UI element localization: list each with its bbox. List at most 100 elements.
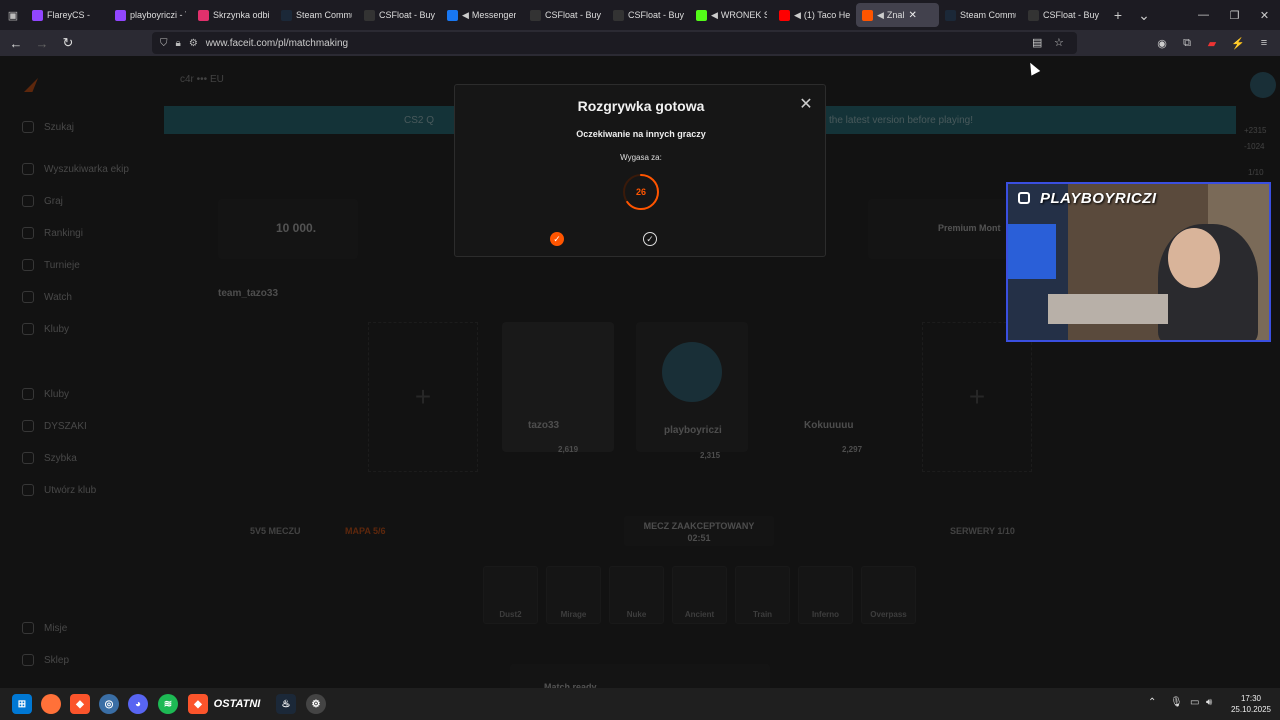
reader-view-icon[interactable]: ▤ [1032, 36, 1042, 49]
permissions-icon[interactable]: ⚙︎ [189, 38, 198, 49]
sidebar-item[interactable]: Misje [22, 622, 67, 634]
sidebar-item-label: Utwórz klub [44, 484, 97, 496]
sidebar-item[interactable]: Szybka [22, 452, 77, 464]
microphone-icon[interactable]: 🎙︎ [1170, 697, 1183, 708]
ostatni-badge[interactable]: OSTATNI [210, 694, 264, 714]
banner-left-text: CS2 Q [404, 114, 435, 126]
player-card-kokuuuuu[interactable] [786, 322, 898, 452]
browser-tab[interactable]: CSFloat - Buy & [524, 0, 607, 30]
browser-tab[interactable]: Steam Commu [939, 0, 1022, 30]
close-icon[interactable]: ✕ [798, 97, 814, 113]
extension-badge-icon[interactable]: ▰ [1200, 30, 1224, 56]
mode-tab[interactable]: 5V5 MECZU [250, 526, 301, 536]
audio-playing-icon[interactable]: ◀︎ [711, 10, 718, 21]
firefox-icon[interactable] [41, 694, 61, 714]
browser-tab[interactable]: CSFloat - Buy & [358, 0, 441, 30]
sidebar-item-icon [22, 484, 34, 496]
tab-overview-icon[interactable]: ▣ [0, 0, 26, 30]
browser-tab[interactable]: ◀︎ Messenger [441, 0, 524, 30]
audio-playing-icon[interactable]: ◀︎ [794, 10, 801, 21]
map-tile[interactable]: Dust2 [483, 566, 538, 624]
facebook-icon [447, 9, 458, 21]
tracking-shield-icon[interactable]: ⛉ [160, 38, 168, 49]
lock-icon[interactable]: 🔒︎ [176, 38, 181, 49]
brave-icon[interactable]: ◆ [188, 694, 208, 714]
player-elo: 2,619 [558, 445, 579, 454]
region-bar: c4r ••• EU [180, 74, 224, 85]
browser-tab[interactable]: CSFloat - Buy & [607, 0, 690, 30]
csfloat-icon [613, 9, 624, 21]
map-tab[interactable]: MAPA 5/6 [345, 526, 386, 536]
empty-slot-left[interactable]: + [368, 322, 478, 472]
player-card-tazo33[interactable] [502, 322, 614, 452]
minimize-button[interactable]: — [1188, 0, 1219, 30]
match-accepted-text: MECZ ZAAKCEPTOWANY [643, 521, 755, 531]
sidebar-item[interactable]: Kluby [22, 388, 69, 400]
clock[interactable]: 17:30 25.10.2025 [1226, 693, 1276, 715]
extensions-icon[interactable]: ⧉ [1175, 30, 1199, 56]
map-tile[interactable]: Train [735, 566, 790, 624]
brave-icon[interactable]: ◆ [70, 694, 90, 714]
elo-card: 10 000. [218, 199, 358, 259]
steam-icon[interactable]: ♨ [276, 694, 296, 714]
sidebar-item[interactable]: Graj [22, 195, 63, 207]
sidebar-item[interactable]: Turnieje [22, 259, 80, 271]
map-tile[interactable]: Nuke [609, 566, 664, 624]
network-icon[interactable]: ▭ [1190, 697, 1199, 708]
maximize-button[interactable]: ❐ [1219, 0, 1250, 30]
browser-tab[interactable]: Steam Commu [275, 0, 358, 30]
browser-tab[interactable]: ◀︎ (1) Taco He [773, 0, 856, 30]
browser-tab[interactable]: Skrzynka odbio [192, 0, 275, 30]
discord-icon[interactable]: ◕ [128, 694, 148, 714]
servers-tab[interactable]: SERWERY 1/10 [950, 526, 1015, 536]
sidebar-item-label: Graj [44, 195, 63, 207]
sidebar-item[interactable]: Utwórz klub [22, 484, 96, 496]
windows-start-icon[interactable]: ⊞ [12, 694, 32, 714]
screen: ▣ FlareyCS - playboyriczi - T Skrzynka odb… [0, 0, 1280, 720]
sidebar-item[interactable]: DYSZAKI [22, 420, 87, 432]
menu-icon[interactable]: ≡ [1252, 30, 1276, 56]
sidebar-item-icon [22, 259, 34, 271]
url-text[interactable]: www.faceit.com/pl/matchmaking [206, 38, 348, 49]
audio-playing-icon[interactable]: ◀︎ [462, 10, 469, 21]
spotify-icon[interactable]: ≋ [158, 694, 178, 714]
sidebar-item[interactable]: Wyszukiwarka ekip [22, 163, 129, 175]
address-bar[interactable]: ⛉ 🔒︎ ⚙︎ www.faceit.com/pl/matchmaking ▤ … [152, 32, 1077, 54]
close-tab-icon[interactable]: ✕ [908, 10, 916, 21]
sidebar-item[interactable]: Kluby [22, 323, 69, 335]
sidebar-item[interactable]: Rankingi [22, 227, 83, 239]
user-avatar[interactable] [1250, 72, 1276, 98]
forward-button[interactable]: → [30, 31, 54, 55]
map-tile[interactable]: Mirage [546, 566, 601, 624]
tray-chevron-icon[interactable]: ⌃ [1148, 697, 1156, 708]
extension-icon[interactable]: ⚡ [1226, 30, 1250, 56]
app-icon[interactable]: ⚙ [306, 694, 326, 714]
sidebar-item[interactable]: Watch [22, 291, 72, 303]
browser-tab[interactable]: ◀︎ WRONEK S [690, 0, 773, 30]
empty-slot-right[interactable]: + [922, 322, 1032, 472]
sidebar-item[interactable]: Szukaj [22, 121, 74, 133]
map-tile[interactable]: Inferno [798, 566, 853, 624]
map-tile[interactable]: Overpass [861, 566, 916, 624]
premium-card[interactable]: Premium Mont [868, 199, 1008, 259]
back-button[interactable]: ← [4, 31, 28, 55]
reload-button[interactable]: ↻ [56, 31, 80, 55]
map-tile[interactable]: Ancient [672, 566, 727, 624]
new-tab-button[interactable]: + [1105, 0, 1131, 30]
browser-tab[interactable]: ◀︎ Znal ✕ [856, 3, 939, 27]
list-all-tabs-button[interactable]: ⌄ [1131, 0, 1157, 30]
account-icon[interactable]: ◉ [1150, 30, 1174, 56]
browser-tab[interactable]: CSFloat - Buy & [1022, 0, 1105, 30]
close-window-button[interactable]: ✕ [1249, 0, 1280, 30]
volume-icon[interactable]: 🔊︎ [1206, 697, 1212, 708]
browser-tab[interactable]: FlareyCS - [26, 0, 109, 30]
player-elo: 2,297 [842, 445, 863, 454]
sidebar-item[interactable]: Sklep [22, 654, 69, 666]
browser-tab[interactable]: playboyriczi - T [109, 0, 192, 30]
elo-value: 10 000. [276, 221, 317, 235]
bookmark-star-icon[interactable]: ☆ [1054, 36, 1064, 49]
sidebar-item-label: Sklep [44, 654, 70, 666]
audio-playing-icon[interactable]: ◀︎ [877, 10, 884, 21]
app-icon[interactable]: ◎ [99, 694, 119, 714]
browser-tab-strip: ▣ FlareyCS - playboyriczi - T Skrzynka odb… [0, 0, 1280, 30]
